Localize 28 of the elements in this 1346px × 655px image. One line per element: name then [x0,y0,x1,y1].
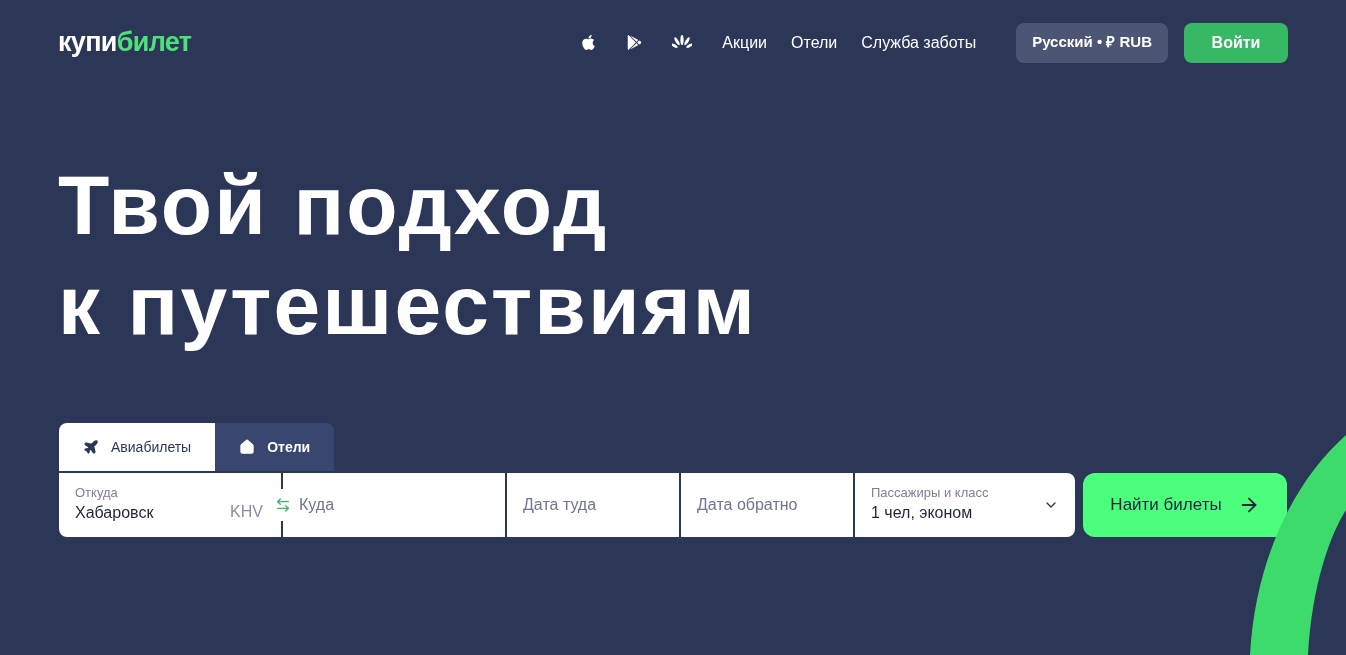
plane-icon [83,439,99,455]
field-value: 1 чел, эконом [871,503,974,523]
field-placeholder: Куда [299,495,335,515]
language-button[interactable]: Русский • ₽ RUB [1016,22,1168,63]
field-placeholder: Дата туда [523,495,597,515]
petals-icon[interactable] [672,34,693,51]
search-button[interactable]: Найти билеты [1083,473,1287,537]
nav-link[interactable]: Отели [791,30,838,55]
input-field[interactable]: Дата обратно [681,473,853,537]
house-icon [239,439,256,455]
nav-link[interactable]: Акции [722,30,768,55]
hero-title: Твой подход к путешествиям [58,157,759,354]
logo[interactable]: купибилет [58,22,192,63]
field-label: Пассажиры и класс [871,485,989,501]
field-placeholder: Дата обратно [697,495,798,515]
airport-code: KHV [230,502,263,522]
field-label: Откуда [75,485,119,501]
play-store-icon[interactable] [627,35,643,50]
origin-field[interactable]: Откуда Хабаровск KHV [59,473,281,537]
search-tab[interactable]: Авиабилеты [59,423,216,471]
input-field[interactable]: Дата туда [507,473,679,537]
input-field[interactable]: Куда [283,473,505,537]
apple-icon[interactable] [580,34,598,51]
field-value: Хабаровск [75,503,154,523]
passengers-select[interactable]: Пассажиры и класс 1 чел, эконом [855,473,1075,537]
search-tab[interactable]: Отели [215,423,335,471]
nav-link[interactable]: Служба заботы [861,30,977,55]
swap-icon [275,497,291,513]
